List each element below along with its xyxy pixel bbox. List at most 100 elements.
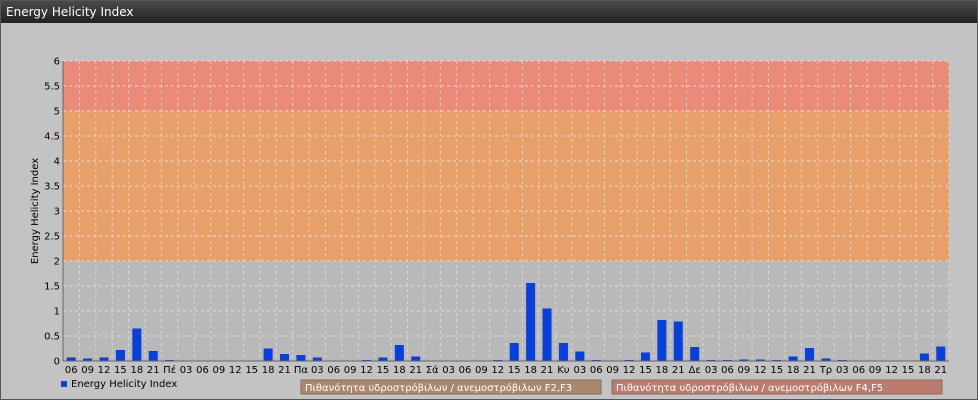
x-tick-label: 18: [918, 365, 931, 376]
legend-swatch: [61, 381, 67, 387]
y-tick-label: 1.5: [44, 282, 60, 293]
x-tick-label: 21: [541, 365, 554, 376]
bar[interactable]: [411, 356, 421, 362]
chart-canvas: 00.511.522.533.544.555.56 06 09 12 15 18 21 Πέ…: [30, 57, 950, 395]
x-tick-label: 09: [81, 365, 94, 376]
x-tick-label: Πα: [294, 365, 309, 376]
x-tick-label: 18: [130, 365, 143, 376]
bar[interactable]: [279, 354, 290, 361]
bar[interactable]: [66, 357, 76, 362]
x-tick-label: 06: [459, 365, 472, 376]
x-tick-label: 15: [770, 365, 783, 376]
x-tick-label: 15: [902, 365, 915, 376]
y-tick-label: 3.5: [44, 182, 60, 193]
band-legend-label: Πιθανότητα υδροστρόβιλων / ανεμοστρόβιλω…: [305, 382, 572, 394]
x-tick-label: Σά: [426, 364, 439, 376]
x-tick-label: 03: [836, 365, 849, 376]
bar[interactable]: [263, 348, 273, 362]
x-tick-label: 15: [377, 365, 390, 376]
bar[interactable]: [936, 346, 946, 362]
x-tick-label: 09: [869, 365, 882, 376]
x-tick-label: Δε: [689, 365, 701, 376]
x-tick-label: 06: [327, 365, 340, 376]
bar[interactable]: [148, 351, 158, 361]
x-tick-label: 15: [639, 365, 652, 376]
y-tick-label: 4: [54, 157, 60, 168]
chart-panel: Energy Helicity Index 0 0.5 1 1.5 2 2.5 3 3.5 4 4…: [0, 0, 978, 400]
x-tick-label: 03: [573, 365, 586, 376]
y-tick-label: 2.5: [44, 232, 60, 243]
bar[interactable]: [99, 357, 109, 362]
y-tick-labels: 0 0.5 1 1.5 2 2.5 3 3.5 4 4.5 5 5.5 6: [44, 57, 60, 368]
bar[interactable]: [509, 343, 519, 361]
y-tick-label: 0.5: [44, 332, 60, 343]
y-tick-label: 5.5: [44, 82, 60, 93]
x-tick-label: Τρ: [819, 365, 832, 376]
x-tick-label: 12: [360, 365, 373, 376]
y-tick-label: 2: [54, 257, 60, 268]
y-tick-label: 3: [54, 207, 60, 218]
bar[interactable]: [526, 283, 536, 361]
x-tick-label: 03: [311, 365, 324, 376]
bar[interactable]: [132, 328, 142, 362]
y-tick-label: 4.5: [44, 132, 60, 143]
x-tick-label: 03: [180, 365, 193, 376]
y-axis-title: Energy Helicity Index: [30, 158, 41, 264]
y-tick-label: 1: [54, 307, 60, 318]
x-tick-label: 06: [721, 365, 734, 376]
bar[interactable]: [919, 353, 929, 362]
bar[interactable]: [575, 351, 585, 362]
x-tick-label: 09: [213, 365, 226, 376]
x-tick-label: 21: [409, 365, 422, 376]
x-tick-label: 18: [787, 365, 800, 376]
bar[interactable]: [805, 348, 815, 361]
x-tick-label: 15: [508, 365, 521, 376]
window-title: Energy Helicity Index: [1, 1, 977, 23]
x-tick-label: 12: [229, 365, 242, 376]
bar[interactable]: [673, 321, 683, 362]
bar[interactable]: [657, 320, 667, 361]
x-tick-label: 21: [803, 365, 816, 376]
legend[interactable]: Energy Helicity Index: [61, 379, 177, 390]
x-tick-label: 18: [393, 365, 406, 376]
band-legend: Πιθανότητα υδροστρόβιλων / ανεμοστρόβιλω…: [300, 379, 943, 395]
x-tick-label: Κυ: [557, 365, 570, 376]
x-tick-label: 18: [524, 365, 537, 376]
y-tick-label: 6: [54, 57, 60, 68]
x-tick-label: 21: [934, 365, 947, 376]
x-tick-label: 06: [65, 365, 78, 376]
x-tick-label: Πέ: [163, 364, 176, 376]
bar[interactable]: [640, 352, 650, 362]
y-tick-label: 5: [54, 107, 60, 118]
bar[interactable]: [542, 308, 552, 362]
bar[interactable]: [312, 357, 322, 362]
x-tick-label: 15: [114, 365, 127, 376]
bar[interactable]: [394, 345, 404, 361]
x-tick-label: 18: [656, 365, 669, 376]
x-tick-label: 09: [738, 365, 751, 376]
x-tick-label: 18: [262, 365, 275, 376]
x-tick-label: 09: [344, 365, 357, 376]
x-tick-label: 09: [606, 365, 619, 376]
x-tick-label: 12: [885, 365, 898, 376]
bar[interactable]: [296, 355, 306, 361]
x-tick-label: 12: [623, 365, 636, 376]
y-tick-label: 0: [54, 357, 60, 368]
x-tick-label: 06: [852, 365, 865, 376]
x-tick-label: 06: [590, 365, 603, 376]
x-tick-label: 21: [672, 365, 685, 376]
x-tick-label: 15: [245, 365, 258, 376]
x-tick-label: 06: [196, 365, 209, 376]
bar[interactable]: [115, 350, 125, 361]
band-legend-label: Πιθανότητα υδροστρόβιλων / ανεμοστρόβιλω…: [616, 382, 883, 394]
x-tick-label: 03: [705, 365, 718, 376]
bar[interactable]: [558, 343, 568, 361]
x-tick-label: 03: [442, 365, 455, 376]
x-tick-label: 12: [491, 365, 504, 376]
bar[interactable]: [690, 347, 700, 361]
bar[interactable]: [378, 357, 388, 362]
x-tick-label: 09: [475, 365, 488, 376]
bar[interactable]: [788, 356, 798, 362]
x-tick-label: 12: [754, 365, 767, 376]
x-tick-label: 12: [98, 365, 111, 376]
